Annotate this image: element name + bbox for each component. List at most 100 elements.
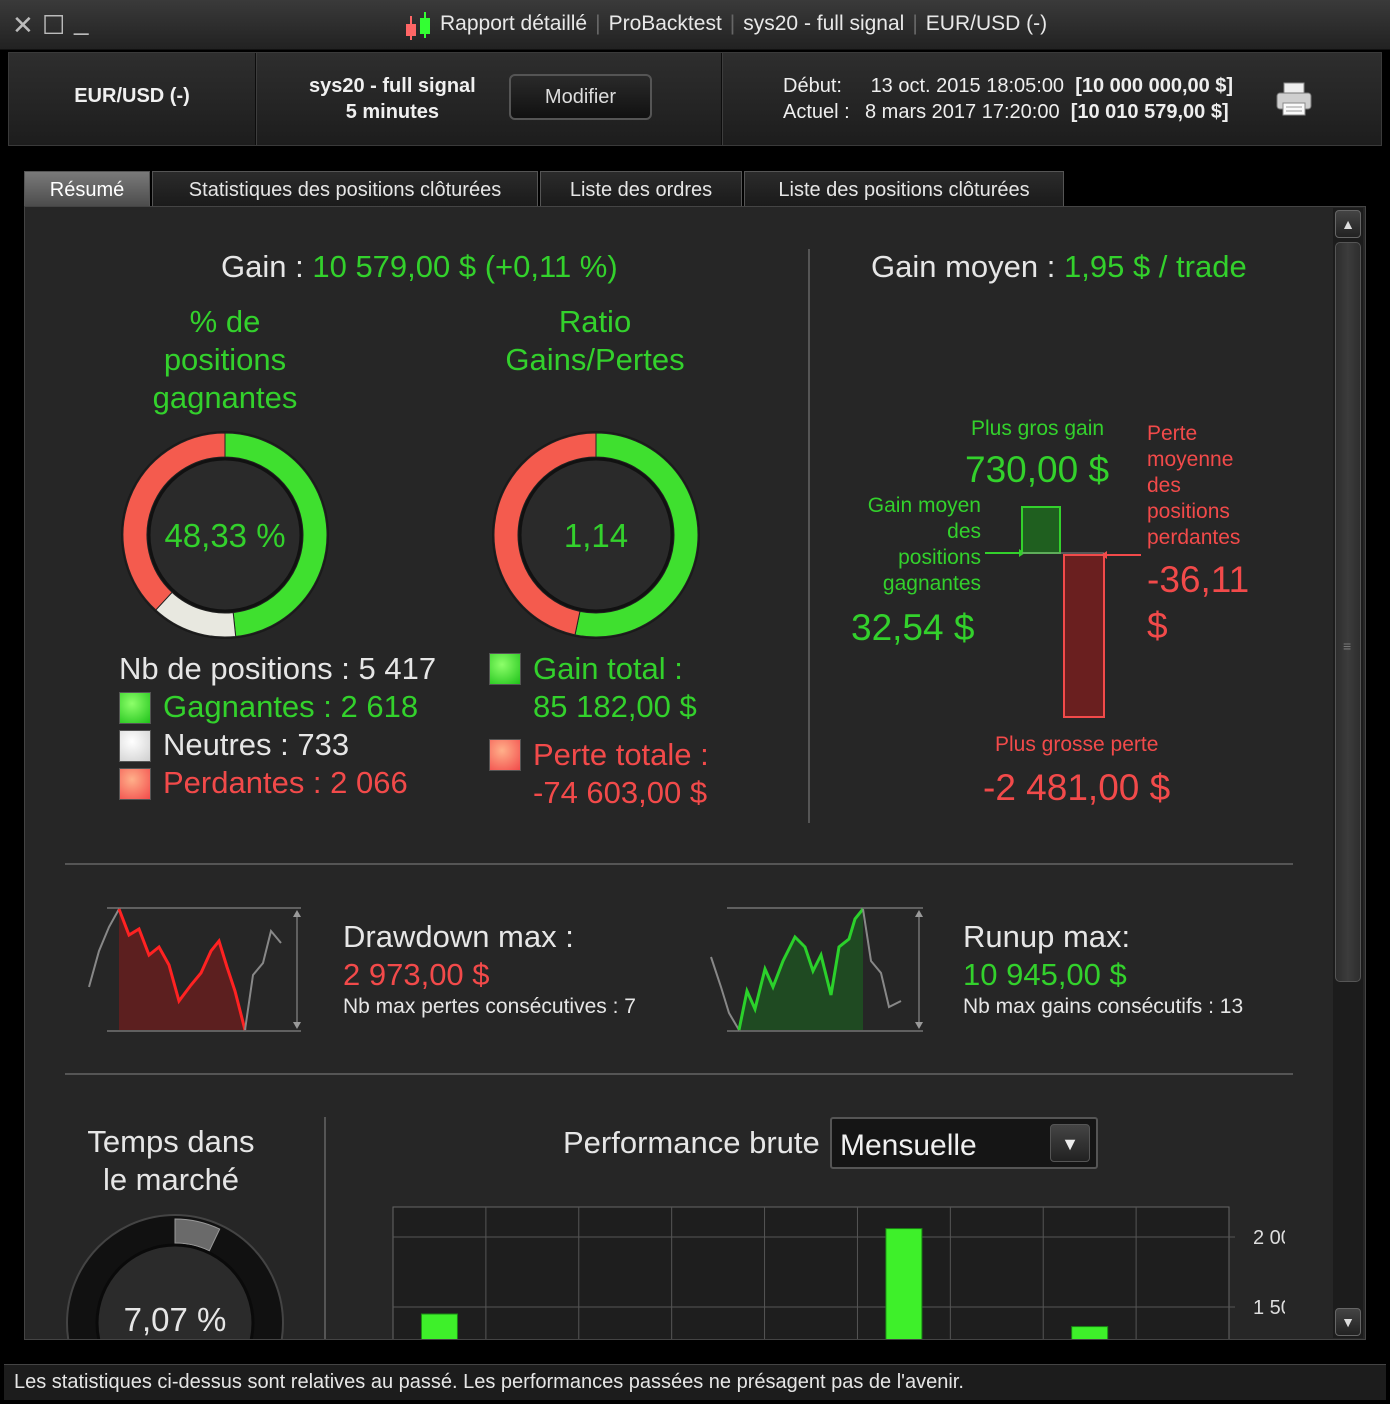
instrument-symbol: EUR/USD (-) xyxy=(74,85,190,107)
avg-winning-label-line: des xyxy=(947,520,981,543)
scroll-up-icon[interactable]: ▲ xyxy=(1335,210,1361,238)
drawdown-consecutive: Nb max pertes consécutives : 7 xyxy=(343,995,636,1018)
close-icon[interactable]: ✕ xyxy=(12,12,34,38)
avg-winning-value: 32,54 $ xyxy=(851,607,975,648)
runup-sparkline xyxy=(710,907,923,1032)
winning-pct-title-line: % de xyxy=(189,304,261,339)
title-report: Rapport détaillé xyxy=(440,12,588,35)
tab-summary[interactable]: Résumé xyxy=(24,171,150,207)
ratio-title: Ratio Gains/Pertes xyxy=(495,303,695,379)
neutral-count: Neutres : 733 xyxy=(163,727,350,762)
runup-value: 10 945,00 $ xyxy=(963,957,1127,992)
section-divider xyxy=(65,1073,1293,1075)
scroll-down-icon[interactable]: ▼ xyxy=(1335,1308,1361,1336)
avg-losing-label-line: des xyxy=(1147,474,1181,497)
ratio-title-line: Ratio xyxy=(558,304,632,339)
ratio-title-line: Gains/Pertes xyxy=(505,342,685,377)
minimize-icon[interactable]: _ xyxy=(74,8,88,34)
window-title: Rapport détaillé | ProBacktest | sys20 - ful… xyxy=(440,12,1048,35)
current-date: 8 mars 2017 17:20:00 xyxy=(865,101,1060,123)
avg-winning-label: Gain moyen des positions gagnantes xyxy=(845,493,981,597)
largest-loss-label: Plus grosse perte xyxy=(995,733,1159,756)
candlestick-logo-icon xyxy=(406,12,430,40)
current-capital: [10 010 579,00 $] xyxy=(1070,101,1229,123)
title-system: sys20 - full signal xyxy=(743,12,905,35)
system-timeframe: 5 minutes xyxy=(345,101,440,123)
largest-loss-value: -2 481,00 $ xyxy=(983,767,1171,808)
gain-label: Gain : xyxy=(221,249,304,284)
scrollbar-thumb[interactable]: ≡ xyxy=(1335,242,1361,982)
maximize-icon[interactable]: ☐ xyxy=(42,12,65,38)
disclaimer-text: Les statistiques ci-dessus sont relative… xyxy=(14,1371,964,1393)
performance-title: Performance brute xyxy=(563,1125,820,1160)
window-titlebar: ✕ ☐ _ Rapport détaillé | ProBacktest | sys20… xyxy=(0,0,1390,50)
largest-gain-label: Plus gros gain xyxy=(971,417,1105,440)
modify-button[interactable]: Modifier xyxy=(509,74,652,120)
title-symbol: EUR/USD (-) xyxy=(925,12,1048,35)
backtest-dates: Début: 13 oct. 2015 18:05:00 [10 000 000… xyxy=(783,73,1233,125)
avg-gain-line: Gain moyen : 1,95 $ / trade xyxy=(871,249,1247,285)
gain-value: 10 579,00 $ (+0,11 %) xyxy=(312,249,618,284)
largest-gain-value: 730,00 $ xyxy=(965,449,1110,490)
positions-count: Nb de positions : 5 417 xyxy=(119,651,437,686)
total-gain-label: Gain total : xyxy=(533,651,683,686)
ratio-value: 1,14 xyxy=(563,517,629,554)
avg-gain-value: 1,95 $ / trade xyxy=(1064,249,1247,284)
performance-bar-chart: 2 000 1 500 xyxy=(392,1206,1285,1339)
tab-closed-positions-stats[interactable]: Statistiques des positions clôturées xyxy=(152,171,538,207)
header-divider xyxy=(255,53,257,145)
start-date: 13 oct. 2015 18:05:00 xyxy=(870,75,1065,97)
section-divider xyxy=(65,863,1293,865)
losing-count: Perdantes : 2 066 xyxy=(163,765,408,800)
avg-losing-label-line: perdantes xyxy=(1147,526,1241,549)
market-time-value: 7,07 % xyxy=(123,1301,227,1338)
avg-losing-value: -36,11 $ xyxy=(1147,557,1249,649)
winning-legend-swatch xyxy=(119,692,151,724)
avg-losing-label-line: Perte xyxy=(1147,422,1198,445)
grip-icon: ≡ xyxy=(1343,638,1352,654)
avg-losing-value-line: -36,11 xyxy=(1147,559,1250,600)
avg-losing-label-line: positions xyxy=(1147,500,1230,523)
avg-winning-label-line: positions xyxy=(898,546,981,569)
drawdown-value: 2 973,00 $ xyxy=(343,957,490,992)
winning-pct-title-line: positions xyxy=(163,342,287,377)
market-time-title-line: Temps dans xyxy=(87,1124,255,1159)
avg-winning-label-line: gagnantes xyxy=(882,572,981,595)
gain-loss-bars xyxy=(985,506,1141,718)
performance-bar xyxy=(1071,1326,1109,1339)
total-loss-value: -74 603,00 $ xyxy=(533,775,708,810)
winning-pct-title-line: gagnantes xyxy=(152,380,298,415)
current-label: Actuel : xyxy=(783,101,850,123)
report-header: EUR/USD (-) sys20 - full signal 5 minute… xyxy=(8,52,1382,146)
header-divider xyxy=(721,53,723,145)
total-gain-value: 85 182,00 $ xyxy=(533,689,697,724)
plot-area xyxy=(392,1206,1230,1339)
performance-period-select[interactable]: Mensuelle ▼ xyxy=(830,1117,1098,1169)
runup-label: Runup max: xyxy=(963,919,1131,954)
runup-consecutive: Nb max gains consécutifs : 13 xyxy=(963,995,1244,1018)
start-label: Début: xyxy=(783,75,842,97)
chevron-down-icon[interactable]: ▼ xyxy=(1050,1124,1090,1162)
avg-losing-label: Perte moyenne des positions perdantes xyxy=(1147,421,1240,551)
system-info: sys20 - full signal 5 minutes xyxy=(309,73,476,125)
avg-losing-label-line: moyenne xyxy=(1147,448,1234,471)
winning-pct-value: 48,33 % xyxy=(164,517,286,554)
y-tick-label: 2 000 xyxy=(1253,1227,1285,1249)
neutral-legend-swatch xyxy=(119,730,151,762)
print-icon[interactable] xyxy=(1275,81,1315,117)
vertical-scrollbar[interactable]: ▲ ≡ ▼ xyxy=(1333,208,1363,1338)
tab-order-list[interactable]: Liste des ordres xyxy=(540,171,742,207)
winning-count: Gagnantes : 2 618 xyxy=(163,689,419,724)
tab-closed-positions-list[interactable]: Liste des positions clôturées xyxy=(744,171,1064,207)
section-divider xyxy=(324,1117,326,1339)
drawdown-sparkline xyxy=(88,907,301,1032)
performance-bar xyxy=(420,1313,458,1339)
losing-legend-swatch xyxy=(119,768,151,800)
performance-bar xyxy=(885,1228,923,1339)
system-name: sys20 - full signal xyxy=(309,75,476,97)
performance-period-value: Mensuelle xyxy=(840,1129,977,1162)
section-divider xyxy=(808,249,810,823)
avg-winning-label-line: Gain moyen xyxy=(867,494,981,517)
market-time-title: Temps dans le marché xyxy=(65,1123,277,1199)
avg-losing-value-line: $ xyxy=(1147,605,1168,646)
